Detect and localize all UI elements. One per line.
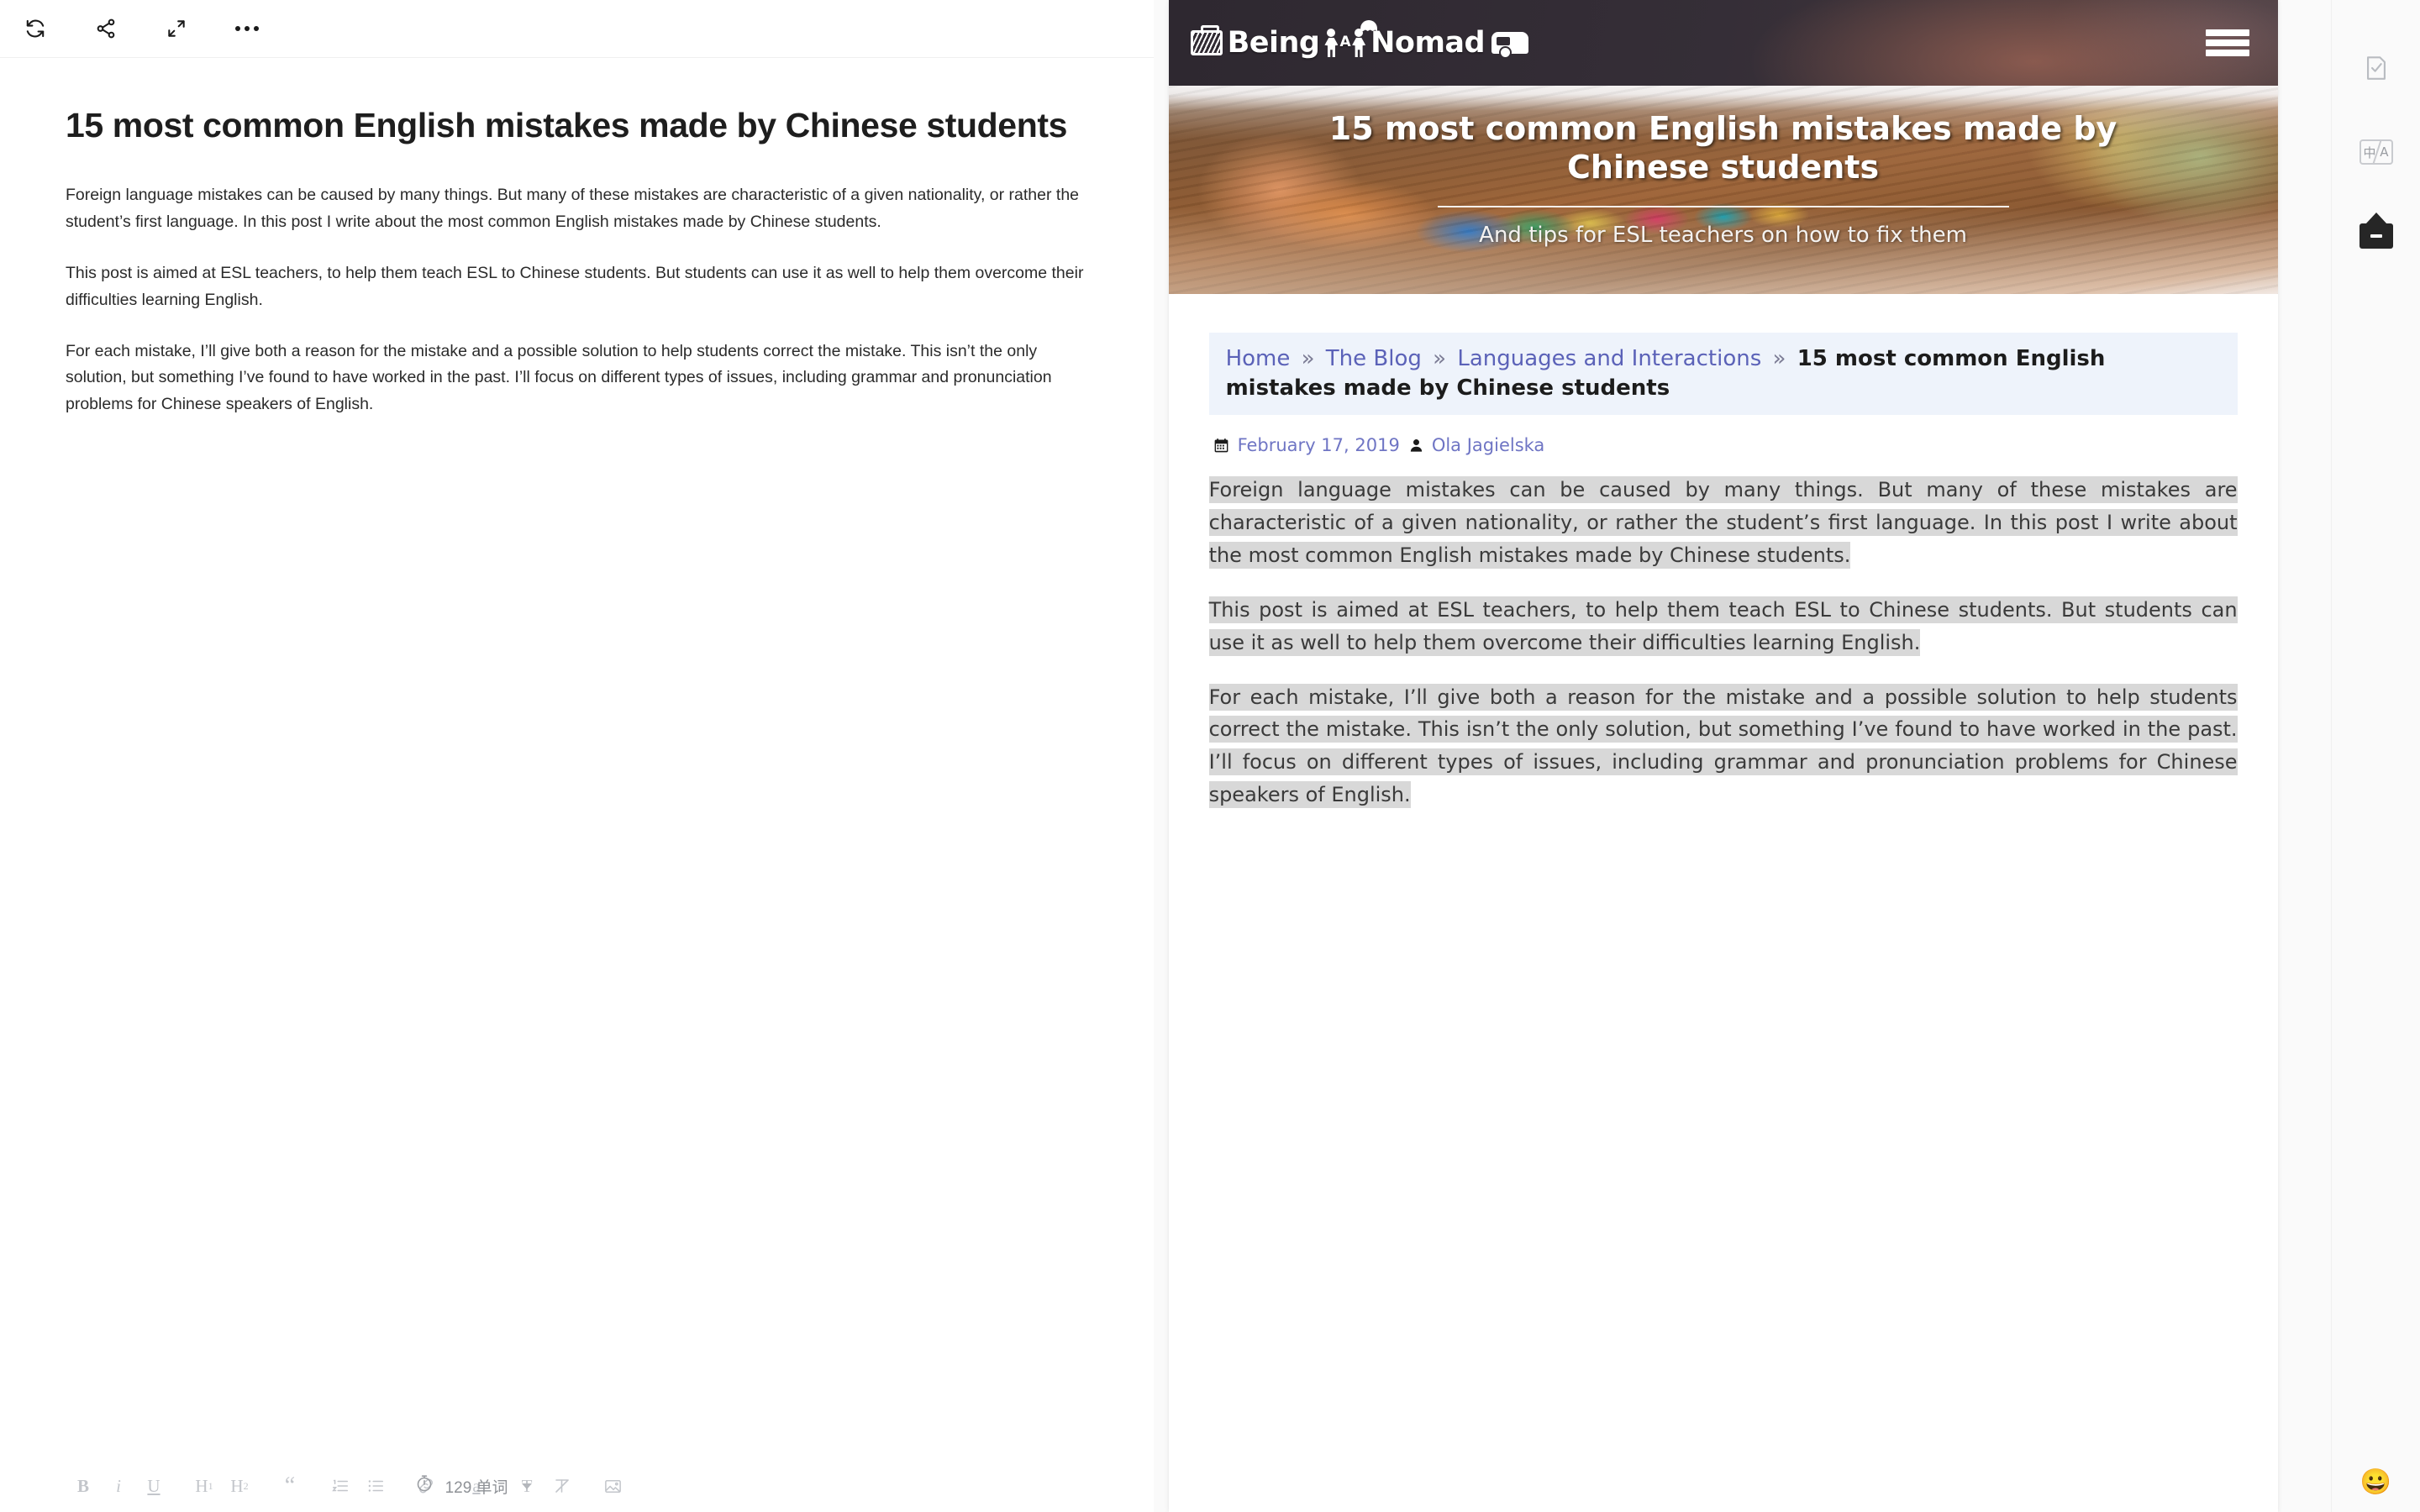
document-title: 15 most common English mistakes made by …	[66, 106, 1068, 144]
breadcrumb-separator: »	[1301, 346, 1315, 371]
sync-icon[interactable]	[18, 12, 52, 45]
post-date-label: February 17, 2019	[1237, 435, 1400, 456]
bold-button[interactable]: B	[66, 1468, 101, 1504]
breadcrumb-item-languages-and-interactions[interactable]: Languages and Interactions	[1457, 346, 1761, 371]
document-paragraph: This post is aimed at ESL teachers, to h…	[66, 263, 1084, 309]
hero-subtitle: And tips for ESL teachers on how to fix …	[1479, 222, 1967, 248]
app-root: 15 most common English mistakes made by …	[0, 0, 2420, 1512]
post-author-label: Ola Jagielska	[1431, 435, 1545, 456]
clear-format-icon[interactable]	[544, 1468, 580, 1504]
people-icon: A	[1324, 20, 1378, 57]
document-paragraph: Foreign language mistakes can be caused …	[66, 186, 1080, 232]
suitcase-icon	[1190, 25, 1223, 55]
umbrella-icon	[1360, 20, 1378, 31]
translate-en-label: A	[2380, 144, 2389, 160]
calendar-icon	[1213, 437, 1230, 454]
rendered-site: Being A Nomad 15 most common English mis…	[1168, 0, 2278, 1512]
underline-button[interactable]: U	[136, 1468, 171, 1504]
hero-divider	[1437, 205, 2009, 207]
post-author[interactable]: Ola Jagielska	[1408, 435, 1545, 456]
breadcrumb: Home » The Blog » Languages and Interact…	[1208, 333, 2238, 416]
underline-label: U	[147, 1475, 160, 1496]
h1-label: H	[195, 1475, 208, 1496]
editor-pane: 15 most common English mistakes made by …	[0, 0, 1154, 1512]
breadcrumb-separator: »	[1433, 346, 1447, 371]
ordered-list-icon[interactable]	[323, 1468, 358, 1504]
hero-title: 15 most common English mistakes made by …	[1328, 110, 2118, 186]
site-header: Being A Nomad	[1168, 0, 2278, 86]
word-count-label: 129 单词	[445, 1478, 508, 1497]
chevron-down-icon[interactable]	[521, 1483, 532, 1489]
document-paragraph: For each mistake, I’ll give both a reaso…	[66, 341, 1052, 414]
share-icon[interactable]	[89, 12, 123, 45]
timer-icon	[414, 1473, 434, 1499]
h2-label: H	[230, 1475, 244, 1496]
person-icon	[1352, 29, 1365, 57]
person-icon	[1324, 29, 1338, 57]
post-paragraph-text: Foreign language mistakes can be caused …	[1208, 476, 2238, 569]
h1-sub: 1	[208, 1479, 213, 1492]
post-paragraph-text: This post is aimed at ESL teachers, to h…	[1208, 596, 2238, 656]
breadcrumb-item-the-blog[interactable]: The Blog	[1326, 346, 1422, 371]
user-icon	[1408, 438, 1424, 454]
logo-text-nomad: Nomad	[1370, 26, 1486, 60]
h2-sub: 2	[243, 1479, 249, 1492]
italic-button[interactable]: i	[101, 1468, 136, 1504]
preview-pane: Being A Nomad 15 most common English mis…	[1153, 0, 2332, 1512]
editor-content[interactable]: 15 most common English mistakes made by …	[0, 58, 1154, 1460]
hamburger-menu-icon[interactable]	[2205, 26, 2249, 60]
article-body: Home » The Blog » Languages and Interact…	[1168, 294, 2278, 812]
fullscreen-icon[interactable]	[160, 12, 193, 45]
translate-icon[interactable]: 中 A	[2357, 133, 2396, 171]
caravan-icon	[1491, 32, 1529, 59]
post-paragraph: Foreign language mistakes can be caused …	[1208, 474, 2238, 572]
heading1-button[interactable]: H1	[187, 1468, 222, 1504]
post-paragraph-text: For each mistake, I’ll give both a reaso…	[1208, 683, 2238, 809]
hero-banner: 15 most common English mistakes made by …	[1168, 86, 2278, 294]
post-meta: February 17, 2019 Ola Jagielska	[1213, 435, 2238, 455]
breadcrumb-item-home[interactable]: Home	[1226, 346, 1291, 371]
word-count-control[interactable]: 129 单词	[414, 1473, 532, 1499]
unordered-list-icon[interactable]	[358, 1468, 393, 1504]
emoji-icon[interactable]: 😀	[2360, 1470, 2391, 1495]
image-icon[interactable]	[595, 1468, 630, 1504]
breadcrumb-separator: »	[1772, 346, 1786, 371]
blockquote-button[interactable]: “	[272, 1468, 308, 1504]
spellcheck-icon[interactable]	[2357, 49, 2396, 87]
logo-letter-a: A	[1339, 34, 1351, 50]
editor-toolbar	[0, 0, 1154, 57]
toolbox-icon[interactable]	[2357, 217, 2396, 255]
hero-content: 15 most common English mistakes made by …	[1169, 86, 2278, 294]
translate-cn-label: 中	[2363, 144, 2376, 160]
post-date[interactable]: February 17, 2019	[1213, 435, 1400, 455]
heading2-button[interactable]: H2	[222, 1468, 257, 1504]
post-paragraph: For each mistake, I’ll give both a reaso…	[1208, 681, 2238, 812]
logo-text-being: Being	[1227, 26, 1320, 60]
more-options-icon[interactable]	[230, 12, 264, 45]
format-toolbar: B i U H1 H2 “ a T 129 单词	[0, 1460, 1154, 1512]
right-icon-rail: 中 A 😀	[2331, 0, 2420, 1512]
site-logo[interactable]: Being A Nomad	[1190, 20, 1529, 60]
post-paragraph: This post is aimed at ESL teachers, to h…	[1208, 594, 2238, 659]
